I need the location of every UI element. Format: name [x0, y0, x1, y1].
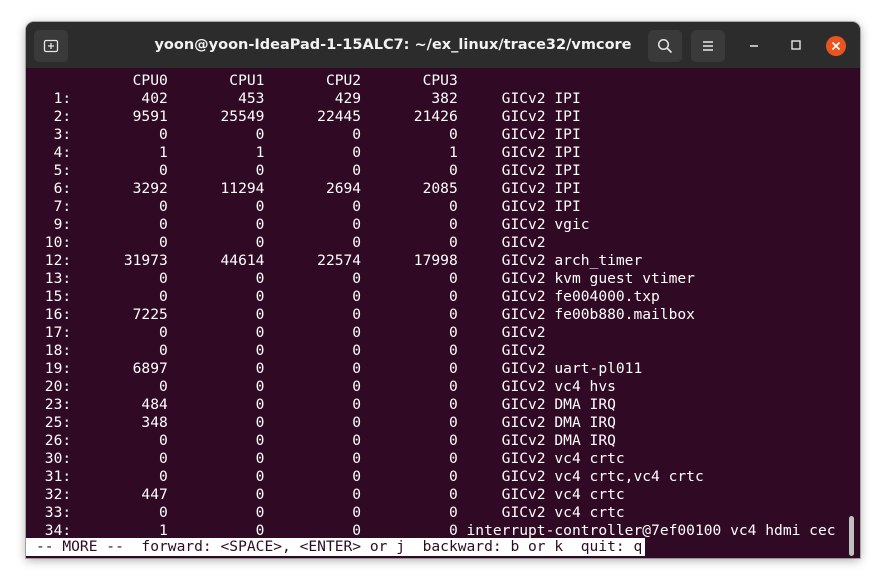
new-tab-icon	[43, 39, 59, 53]
close-icon	[831, 41, 841, 51]
terminal-line: 16: 7225 0 0 0 GICv2 fe00b880.mailbox	[36, 306, 695, 323]
terminal-window: yoon@yoon-IdeaPad-1-15ALC7: ~/ex_linux/t…	[26, 22, 860, 558]
terminal-line: 33: 0 0 0 0 GICv2 vc4 crtc	[36, 504, 625, 521]
terminal-line: CPU0 CPU1 CPU2 CPU3	[36, 72, 458, 89]
window-title: yoon@yoon-IdeaPad-1-15ALC7: ~/ex_linux/t…	[154, 37, 632, 53]
minimize-button[interactable]	[744, 35, 764, 55]
search-button[interactable]	[648, 30, 682, 62]
terminal-line: 7: 0 0 0 0 GICv2 IPI	[36, 198, 581, 215]
terminal-line: 32: 447 0 0 0 GICv2 vc4 crtc	[36, 486, 625, 503]
terminal-area[interactable]: CPU0 CPU1 CPU2 CPU3 1: 402 453 429 382 G…	[26, 68, 860, 558]
terminal-line: 26: 0 0 0 0 GICv2 DMA IRQ	[36, 432, 616, 449]
terminal-line: 2: 9591 25549 22445 21426 GICv2 IPI	[36, 108, 581, 125]
terminal-line: 5: 0 0 0 0 GICv2 IPI	[36, 162, 581, 179]
terminal-line: 20: 0 0 0 0 GICv2 vc4 hvs	[36, 378, 616, 395]
scrollbar-thumb[interactable]	[849, 516, 854, 556]
terminal-line: 3: 0 0 0 0 GICv2 IPI	[36, 126, 581, 143]
terminal-line: 30: 0 0 0 0 GICv2 vc4 crtc	[36, 450, 625, 467]
terminal-line: 15: 0 0 0 0 GICv2 fe004000.txp	[36, 288, 660, 305]
terminal-line: 34: 1 0 0 0 interrupt-controller@7ef0010…	[36, 522, 836, 539]
terminal-line: 10: 0 0 0 0 GICv2	[36, 234, 546, 251]
terminal-line: 12: 31973 44614 22574 17998 GICv2 arch_t…	[36, 252, 643, 269]
new-tab-button[interactable]	[34, 30, 68, 62]
terminal-line: 31: 0 0 0 0 GICv2 vc4 crtc,vc4 crtc	[36, 468, 704, 485]
terminal-line: 17: 0 0 0 0 GICv2	[36, 324, 546, 341]
terminal-line: 25: 348 0 0 0 GICv2 DMA IRQ	[36, 414, 616, 431]
terminal-line: 1: 402 453 429 382 GICv2 IPI	[36, 90, 581, 107]
terminal-line: 6: 3292 11294 2694 2085 GICv2 IPI	[36, 180, 581, 197]
minimize-icon	[750, 45, 758, 47]
interrupts-output: CPU0 CPU1 CPU2 CPU3 1: 402 453 429 382 G…	[36, 72, 836, 540]
terminal-line: 18: 0 0 0 0 GICv2	[36, 342, 546, 359]
search-icon	[657, 38, 673, 54]
close-button[interactable]	[826, 36, 846, 56]
maximize-button[interactable]	[786, 35, 806, 55]
terminal-line: 23: 484 0 0 0 GICv2 DMA IRQ	[36, 396, 616, 413]
terminal-line: 9: 0 0 0 0 GICv2 vgic	[36, 216, 590, 233]
menu-button[interactable]	[691, 30, 725, 62]
maximize-icon	[791, 40, 801, 50]
terminal-line: 19: 6897 0 0 0 GICv2 uart-pl011	[36, 360, 643, 377]
terminal-line: 4: 1 1 0 1 GICv2 IPI	[36, 144, 581, 161]
hamburger-menu-icon	[703, 41, 713, 51]
terminal-line: 13: 0 0 0 0 GICv2 kvm guest vtimer	[36, 270, 695, 287]
pager-prompt: -- MORE -- forward: <SPACE>, <ENTER> or …	[26, 538, 646, 556]
title-bar[interactable]: yoon@yoon-IdeaPad-1-15ALC7: ~/ex_linux/t…	[26, 22, 860, 68]
